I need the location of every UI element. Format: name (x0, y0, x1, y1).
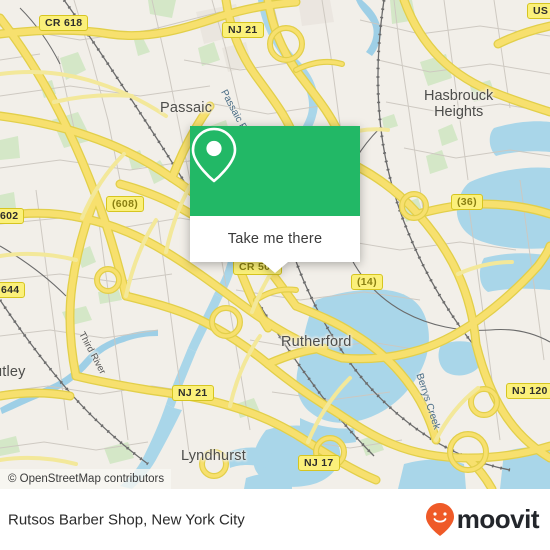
moovit-pin-icon (425, 502, 454, 536)
shield-608[interactable]: (608) (106, 196, 145, 212)
shield-nj-21-south[interactable]: NJ 21 (172, 385, 214, 401)
shield-36[interactable]: (36) (451, 194, 483, 210)
bottom-bar: Rutsos Barber Shop, New York City moovit (0, 489, 550, 550)
attribution-text: © OpenStreetMap contributors (8, 473, 165, 485)
location-popup[interactable]: Take me there (190, 126, 360, 273)
moovit-logo: moovit (425, 502, 540, 538)
map-screenshot: Passaic Hasbrouck Heights Rutherford Lynd… (0, 0, 550, 550)
moovit-wordmark: moovit (456, 504, 540, 534)
map-canvas[interactable]: Passaic Hasbrouck Heights Rutherford Lynd… (0, 0, 550, 489)
shield-nj-17[interactable]: NJ 17 (298, 455, 340, 471)
popup-pointer (262, 262, 288, 273)
shield-602[interactable]: 602 (0, 208, 25, 224)
take-me-there-button[interactable]: Take me there (190, 216, 360, 262)
shield-nj-21-north[interactable]: NJ 21 (222, 22, 264, 38)
take-me-there-label: Take me there (227, 231, 323, 247)
shield-644[interactable]: 644 (0, 282, 26, 298)
map-pin-icon (191, 127, 237, 183)
map-attribution[interactable]: © OpenStreetMap contributors (0, 469, 172, 489)
place-title: Rutsos Barber Shop, New York City (8, 511, 245, 528)
shield-nj-120[interactable]: NJ 120 (506, 383, 550, 399)
shield-14[interactable]: (14) (351, 274, 383, 290)
shield-cr-618[interactable]: CR 618 (39, 15, 89, 31)
popup-header (190, 126, 360, 216)
shield-us[interactable]: US (527, 3, 550, 19)
